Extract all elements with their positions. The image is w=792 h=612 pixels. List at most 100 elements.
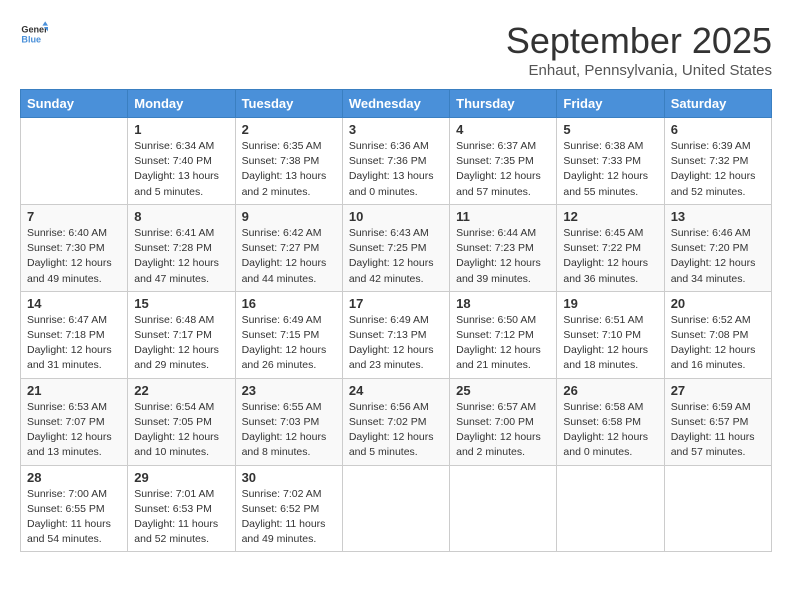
day-number: 20 (671, 296, 765, 311)
day-number: 11 (456, 209, 550, 224)
col-thursday: Thursday (450, 90, 557, 118)
day-number: 16 (242, 296, 336, 311)
day-number: 22 (134, 383, 228, 398)
calendar-cell: 25 Sunrise: 6:57 AM Sunset: 7:00 PM Dayli… (450, 378, 557, 465)
day-info: Sunrise: 6:59 AM Sunset: 6:57 PM Dayligh… (671, 400, 765, 461)
calendar-week-row: 14Sunrise: 6:47 AM Sunset: 7:18 PM Dayli… (21, 291, 772, 378)
calendar-cell: 1Sunrise: 6:34 AM Sunset: 7:40 PM Daylig… (128, 118, 235, 205)
calendar-cell: 27 Sunrise: 6:59 AM Sunset: 6:57 PM Dayli… (664, 378, 771, 465)
day-info: Sunrise: 6:53 AM Sunset: 7:07 PM Dayligh… (27, 400, 121, 461)
calendar-cell (342, 465, 449, 552)
calendar-cell: 18 Sunrise: 6:50 AM Sunset: 7:12 PM Dayli… (450, 291, 557, 378)
calendar-week-row: 7 Sunrise: 6:40 AM Sunset: 7:30 PM Daylig… (21, 204, 772, 291)
day-number: 21 (27, 383, 121, 398)
calendar-header-row: Sunday Monday Tuesday Wednesday Thursday… (21, 90, 772, 118)
day-info: Sunrise: 6:50 AM Sunset: 7:12 PM Dayligh… (456, 313, 550, 374)
calendar-week-row: 28 Sunrise: 7:00 AM Sunset: 6:55 PM Dayli… (21, 465, 772, 552)
day-number: 14 (27, 296, 121, 311)
day-number: 13 (671, 209, 765, 224)
day-number: 7 (27, 209, 121, 224)
day-info: Sunrise: 7:00 AM Sunset: 6:55 PM Dayligh… (27, 487, 121, 548)
day-info: Sunrise: 6:46 AM Sunset: 7:20 PM Dayligh… (671, 226, 765, 287)
day-number: 17 (349, 296, 443, 311)
day-info: Sunrise: 6:55 AM Sunset: 7:03 PM Dayligh… (242, 400, 336, 461)
calendar-cell: 24 Sunrise: 6:56 AM Sunset: 7:02 PM Dayli… (342, 378, 449, 465)
day-info: Sunrise: 6:43 AM Sunset: 7:25 PM Dayligh… (349, 226, 443, 287)
calendar-cell: 7 Sunrise: 6:40 AM Sunset: 7:30 PM Daylig… (21, 204, 128, 291)
location-subtitle: Enhaut, Pennsylvania, United States (506, 62, 772, 79)
day-info: Sunrise: 6:39 AM Sunset: 7:32 PM Dayligh… (671, 139, 765, 200)
day-info: Sunrise: 6:42 AM Sunset: 7:27 PM Dayligh… (242, 226, 336, 287)
col-tuesday: Tuesday (235, 90, 342, 118)
calendar-cell: 16 Sunrise: 6:49 AM Sunset: 7:15 PM Dayli… (235, 291, 342, 378)
day-number: 10 (349, 209, 443, 224)
calendar-cell: 13 Sunrise: 6:46 AM Sunset: 7:20 PM Dayli… (664, 204, 771, 291)
day-number: 4 (456, 122, 550, 137)
day-info: Sunrise: 6:56 AM Sunset: 7:02 PM Dayligh… (349, 400, 443, 461)
calendar-cell: 30 Sunrise: 7:02 AM Sunset: 6:52 PM Dayli… (235, 465, 342, 552)
day-number: 26 (563, 383, 657, 398)
calendar-cell (664, 465, 771, 552)
calendar-table: Sunday Monday Tuesday Wednesday Thursday… (20, 89, 772, 552)
col-saturday: Saturday (664, 90, 771, 118)
calendar-cell: 3 Sunrise: 6:36 AM Sunset: 7:36 PM Daylig… (342, 118, 449, 205)
calendar-cell: 15Sunrise: 6:48 AM Sunset: 7:17 PM Dayli… (128, 291, 235, 378)
day-number: 5 (563, 122, 657, 137)
day-number: 27 (671, 383, 765, 398)
calendar-cell: 23Sunrise: 6:55 AM Sunset: 7:03 PM Dayli… (235, 378, 342, 465)
logo-icon: General Blue (20, 20, 48, 48)
calendar-cell (450, 465, 557, 552)
calendar-cell: 11 Sunrise: 6:44 AM Sunset: 7:23 PM Dayli… (450, 204, 557, 291)
day-info: Sunrise: 6:49 AM Sunset: 7:15 PM Dayligh… (242, 313, 336, 374)
day-number: 25 (456, 383, 550, 398)
calendar-cell: 4 Sunrise: 6:37 AM Sunset: 7:35 PM Daylig… (450, 118, 557, 205)
day-number: 28 (27, 470, 121, 485)
day-number: 3 (349, 122, 443, 137)
day-number: 24 (349, 383, 443, 398)
calendar-week-row: 21 Sunrise: 6:53 AM Sunset: 7:07 PM Dayli… (21, 378, 772, 465)
calendar-cell: 21 Sunrise: 6:53 AM Sunset: 7:07 PM Dayli… (21, 378, 128, 465)
day-info: Sunrise: 7:02 AM Sunset: 6:52 PM Dayligh… (242, 487, 336, 548)
day-number: 30 (242, 470, 336, 485)
day-number: 29 (134, 470, 228, 485)
day-number: 1 (134, 122, 228, 137)
calendar-cell: 28 Sunrise: 7:00 AM Sunset: 6:55 PM Dayli… (21, 465, 128, 552)
day-number: 9 (242, 209, 336, 224)
day-info: Sunrise: 6:54 AM Sunset: 7:05 PM Dayligh… (134, 400, 228, 461)
col-monday: Monday (128, 90, 235, 118)
day-info: Sunrise: 6:49 AM Sunset: 7:13 PM Dayligh… (349, 313, 443, 374)
day-info: Sunrise: 6:57 AM Sunset: 7:00 PM Dayligh… (456, 400, 550, 461)
day-number: 18 (456, 296, 550, 311)
title-section: September 2025 Enhaut, Pennsylvania, Uni… (506, 20, 772, 79)
day-number: 6 (671, 122, 765, 137)
day-info: Sunrise: 6:37 AM Sunset: 7:35 PM Dayligh… (456, 139, 550, 200)
calendar-cell: 5 Sunrise: 6:38 AM Sunset: 7:33 PM Daylig… (557, 118, 664, 205)
svg-text:General: General (21, 25, 48, 35)
day-info: Sunrise: 6:36 AM Sunset: 7:36 PM Dayligh… (349, 139, 443, 200)
calendar-cell: 20Sunrise: 6:52 AM Sunset: 7:08 PM Dayli… (664, 291, 771, 378)
col-wednesday: Wednesday (342, 90, 449, 118)
calendar-cell: 10 Sunrise: 6:43 AM Sunset: 7:25 PM Dayli… (342, 204, 449, 291)
day-info: Sunrise: 6:44 AM Sunset: 7:23 PM Dayligh… (456, 226, 550, 287)
calendar-cell (21, 118, 128, 205)
day-info: Sunrise: 6:40 AM Sunset: 7:30 PM Dayligh… (27, 226, 121, 287)
calendar-cell: 12Sunrise: 6:45 AM Sunset: 7:22 PM Dayli… (557, 204, 664, 291)
calendar-week-row: 1Sunrise: 6:34 AM Sunset: 7:40 PM Daylig… (21, 118, 772, 205)
day-number: 12 (563, 209, 657, 224)
calendar-cell: 19 Sunrise: 6:51 AM Sunset: 7:10 PM Dayli… (557, 291, 664, 378)
day-info: Sunrise: 6:51 AM Sunset: 7:10 PM Dayligh… (563, 313, 657, 374)
month-title: September 2025 (506, 20, 772, 62)
calendar-cell: 9 Sunrise: 6:42 AM Sunset: 7:27 PM Daylig… (235, 204, 342, 291)
day-number: 19 (563, 296, 657, 311)
day-info: Sunrise: 6:58 AM Sunset: 6:58 PM Dayligh… (563, 400, 657, 461)
calendar-cell: 22 Sunrise: 6:54 AM Sunset: 7:05 PM Dayli… (128, 378, 235, 465)
day-info: Sunrise: 6:38 AM Sunset: 7:33 PM Dayligh… (563, 139, 657, 200)
logo: General Blue (20, 20, 48, 48)
calendar-cell: 14Sunrise: 6:47 AM Sunset: 7:18 PM Dayli… (21, 291, 128, 378)
day-info: Sunrise: 6:41 AM Sunset: 7:28 PM Dayligh… (134, 226, 228, 287)
page-header: General Blue September 2025 Enhaut, Penn… (20, 20, 772, 79)
calendar-cell: 26 Sunrise: 6:58 AM Sunset: 6:58 PM Dayli… (557, 378, 664, 465)
calendar-cell: 6 Sunrise: 6:39 AM Sunset: 7:32 PM Daylig… (664, 118, 771, 205)
day-info: Sunrise: 6:48 AM Sunset: 7:17 PM Dayligh… (134, 313, 228, 374)
day-info: Sunrise: 6:35 AM Sunset: 7:38 PM Dayligh… (242, 139, 336, 200)
